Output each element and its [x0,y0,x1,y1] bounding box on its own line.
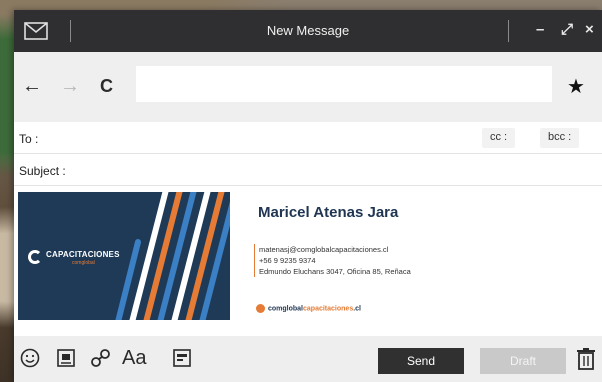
cc-button[interactable]: cc : [482,128,516,148]
smiley-icon[interactable] [20,348,40,368]
signature-email[interactable]: matenasj@comglobalcapacitaciones.cl [259,244,411,255]
navigation-bar: ← → C ★ [14,52,602,122]
subject-label: Subject : [19,164,66,178]
logo-subtext: comglobal [72,260,95,266]
back-button[interactable]: ← [22,76,42,96]
to-field-row[interactable]: To : cc : bcc : [14,122,602,154]
signature-website[interactable]: comglobalcapacitaciones.cl [256,304,361,313]
signature-banner: CAPACITACIONES comglobal [18,192,230,320]
url-input[interactable] [136,66,552,102]
compose-window: New Message – ⤢ × ← → C ★ To : cc : bcc … [14,10,602,382]
window-title: New Message [266,23,350,38]
globe-icon [256,304,265,313]
email-signature: CAPACITACIONES comglobal Maricel Atenas … [18,192,578,322]
minimize-button[interactable]: – [536,21,544,38]
maximize-button[interactable]: ⤢ [561,21,573,38]
logo-icon [28,250,42,264]
close-button[interactable]: × [585,21,594,38]
compose-toolbar: Aa Send Draft [14,336,602,382]
bookmark-star-icon[interactable]: ★ [567,74,585,99]
reload-button[interactable]: C [100,76,113,96]
template-icon[interactable] [172,348,192,368]
link-icon[interactable] [90,348,112,368]
website-brand: comglobal [268,305,304,313]
logo-text: CAPACITACIONES [46,250,120,259]
to-label: To : [19,132,39,146]
title-separator [508,20,509,42]
image-icon[interactable] [56,348,76,368]
website-tld: .cl [353,305,362,313]
subject-field-row[interactable]: Subject : [14,154,602,186]
title-bar: New Message – ⤢ × [14,10,602,52]
signature-phone: +56 9 9235 9374 [259,256,316,265]
forward-button[interactable]: → [60,76,80,96]
text-format-button[interactable]: Aa [122,347,146,370]
signature-contact: matenasj@comglobalcapacitaciones.cl +56 … [254,244,411,277]
draft-button[interactable]: Draft [480,348,566,374]
signature-name: Maricel Atenas Jara [258,204,399,221]
website-accent: capacitaciones [303,305,354,313]
signature-address: Edmundo Eluchans 3047, Oficina 85, Reñac… [259,267,411,276]
trash-icon[interactable] [576,347,596,371]
send-button[interactable]: Send [378,348,464,374]
bcc-button[interactable]: bcc : [540,128,580,148]
